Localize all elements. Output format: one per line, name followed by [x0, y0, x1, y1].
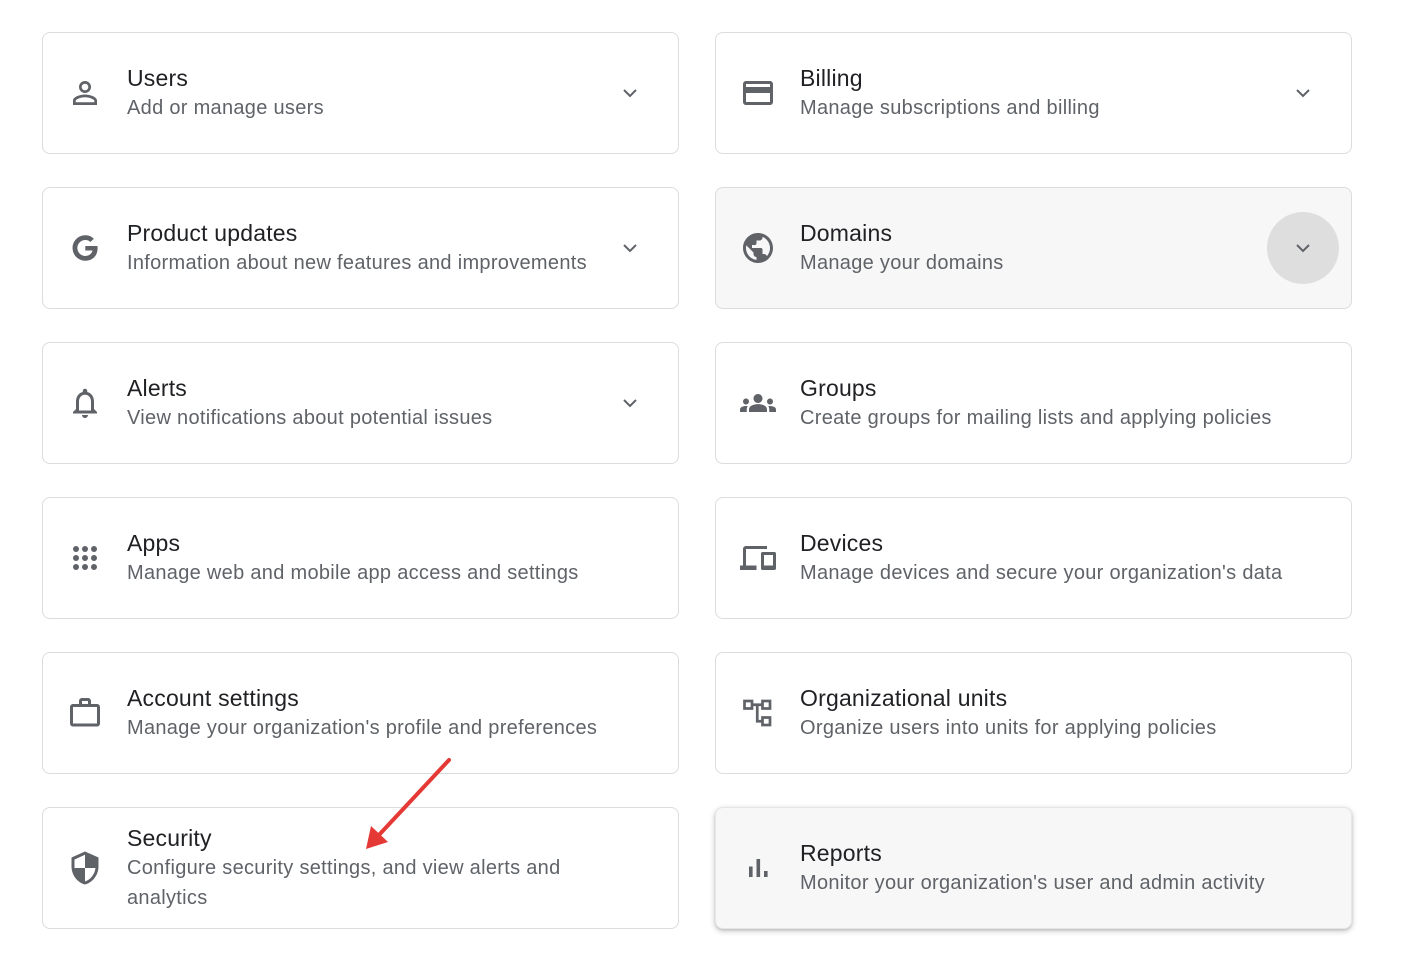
card-reports[interactable]: Reports Monitor your organization's user…: [715, 807, 1352, 929]
card-title: Apps: [127, 530, 181, 556]
chevron-down-icon: [1296, 244, 1310, 253]
google-g-icon: [67, 230, 103, 266]
card-security[interactable]: Security Configure security settings, an…: [42, 807, 679, 929]
card-apps[interactable]: Apps Manage web and mobile app access an…: [42, 497, 679, 619]
apps-grid-icon: [67, 540, 103, 576]
card-description: Manage devices and secure your organizat…: [800, 562, 1283, 584]
card-title: Users: [127, 65, 189, 91]
chevron-down-icon: [623, 244, 637, 253]
card-billing[interactable]: Billing Manage subscriptions and billing: [715, 32, 1352, 154]
card-devices[interactable]: Devices Manage devices and secure your o…: [715, 497, 1352, 619]
card-title: Reports: [800, 840, 882, 866]
card-title: Billing: [800, 65, 863, 91]
card-title: Groups: [800, 375, 877, 401]
expand-button[interactable]: [594, 367, 666, 439]
card-description: Manage your domains: [800, 252, 1004, 274]
card-title: Organizational units: [800, 685, 1008, 711]
card-description: Information about new features and impro…: [127, 252, 587, 274]
card-product-updates[interactable]: Product updates Information about new fe…: [42, 187, 679, 309]
expand-button[interactable]: [1267, 57, 1339, 129]
globe-icon: [740, 230, 776, 266]
card-description: Manage subscriptions and billing: [800, 97, 1100, 119]
bell-icon: [67, 385, 103, 421]
expand-button[interactable]: [594, 212, 666, 284]
card-users[interactable]: Users Add or manage users: [42, 32, 679, 154]
card-title: Alerts: [127, 375, 187, 401]
chevron-down-icon: [1296, 89, 1310, 98]
card-title: Devices: [800, 530, 884, 556]
card-title: Security: [127, 825, 212, 851]
expand-button[interactable]: [1267, 212, 1339, 284]
chevron-down-icon: [623, 399, 637, 408]
card-description: Manage web and mobile app access and set…: [127, 562, 579, 584]
card-description: Organize users into units for applying p…: [800, 717, 1217, 739]
card-groups[interactable]: Groups Create groups for mailing lists a…: [715, 342, 1352, 464]
card-description: Configure security settings, and view al…: [127, 857, 561, 909]
briefcase-icon: [67, 695, 103, 731]
card-account-settings[interactable]: Account settings Manage your organizatio…: [42, 652, 679, 774]
person-icon: [67, 75, 103, 111]
card-description: Monitor your organization's user and adm…: [800, 872, 1265, 894]
card-title: Product updates: [127, 220, 298, 246]
groups-icon: [740, 385, 776, 421]
shield-icon: [67, 850, 103, 886]
credit-card-icon: [740, 75, 776, 111]
expand-button[interactable]: [594, 57, 666, 129]
card-description: View notifications about potential issue…: [127, 407, 493, 429]
org-units-icon: [740, 695, 776, 731]
card-title: Domains: [800, 220, 893, 246]
card-alerts[interactable]: Alerts View notifications about potentia…: [42, 342, 679, 464]
card-description: Create groups for mailing lists and appl…: [800, 407, 1272, 429]
bar-chart-icon: [740, 850, 776, 886]
devices-icon: [740, 540, 776, 576]
card-organizational-units[interactable]: Organizational units Organize users into…: [715, 652, 1352, 774]
card-domains[interactable]: Domains Manage your domains: [715, 187, 1352, 309]
card-description: Manage your organization's profile and p…: [127, 717, 598, 739]
card-title: Account settings: [127, 685, 299, 711]
card-description: Add or manage users: [127, 97, 324, 119]
chevron-down-icon: [623, 89, 637, 98]
